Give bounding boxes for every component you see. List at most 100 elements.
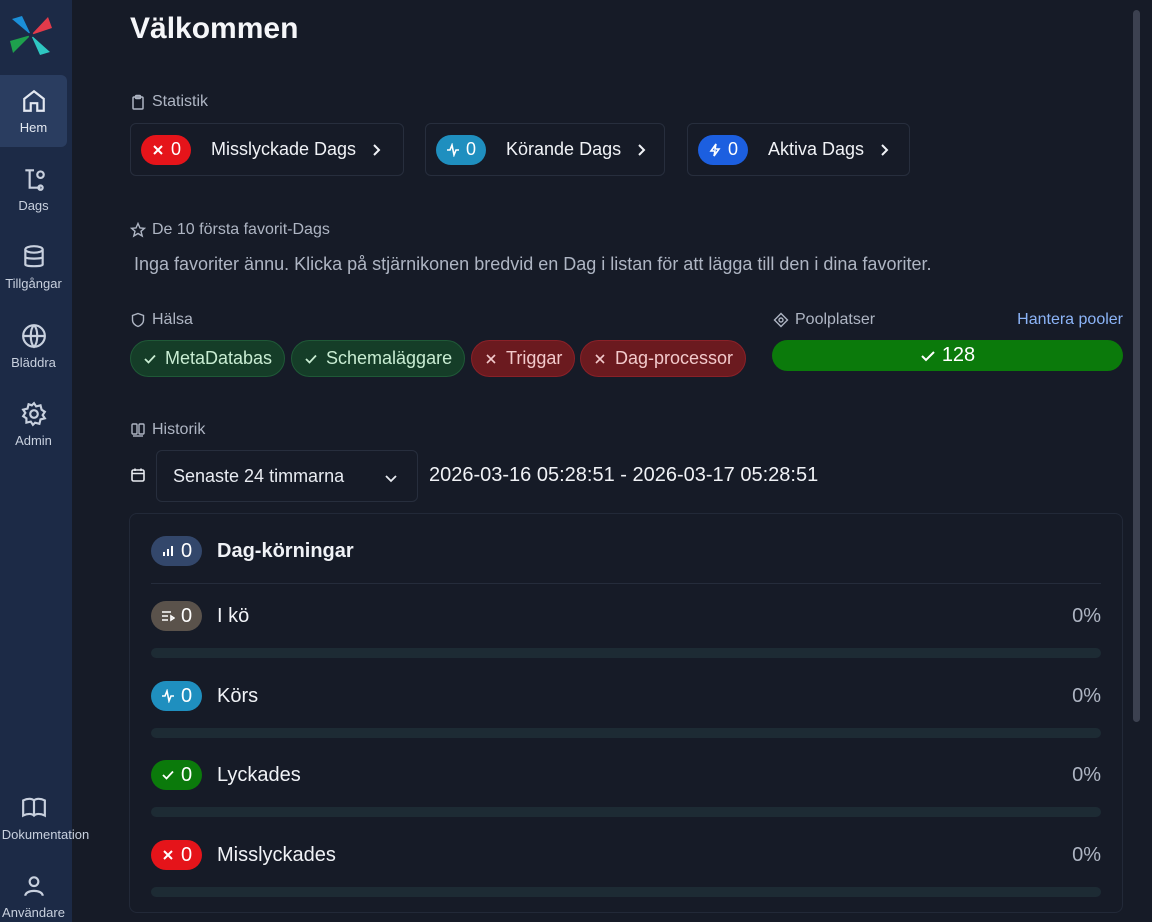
nav-assets-label: Tillgångar	[5, 275, 62, 291]
failed-label: Misslyckades	[217, 844, 336, 866]
x-icon	[163, 850, 173, 860]
chevron-right-icon	[881, 143, 889, 156]
shield-icon	[131, 312, 145, 328]
nav-admin-label: Admin	[15, 432, 52, 448]
clipboard-icon	[132, 94, 144, 110]
nav-admin[interactable]: Admin	[0, 388, 67, 460]
failed-count: 0	[181, 843, 193, 866]
gear-icon	[20, 400, 47, 427]
failed-count-badge[interactable]: 0	[151, 840, 203, 870]
nav-dags-label: Dags	[18, 197, 49, 213]
nav-browse-label: Bläddra	[11, 354, 56, 370]
activity-icon	[447, 142, 459, 157]
nav-dags[interactable]: Dags	[0, 153, 67, 225]
user-icon	[23, 875, 44, 896]
history-icon	[131, 423, 145, 437]
queued-progress-bar	[151, 648, 1101, 658]
activity-icon	[162, 689, 174, 703]
health-badge-label: Dag-processor	[615, 348, 734, 368]
lightning-icon	[709, 143, 721, 156]
queued-percent: 0%	[1072, 605, 1101, 627]
dag-runs-total-label: Dag-körningar	[217, 540, 354, 562]
running-percent: 0%	[1072, 685, 1101, 707]
success-progress-bar	[151, 807, 1101, 817]
nav-user-label: Användare	[2, 904, 65, 920]
health-badge-dag-processor[interactable]: Dag-processor	[580, 340, 747, 377]
bar-chart-icon	[163, 546, 173, 556]
favorites-empty-message: Inga favoriter ännu. Klicka på stjärniko…	[134, 254, 932, 274]
running-dags-card[interactable]: 0 Körande Dags	[425, 123, 665, 176]
globe-icon	[21, 323, 46, 348]
failed-dags-count-badge: 0	[141, 134, 192, 165]
chevron-right-icon	[638, 143, 646, 156]
running-label: Körs	[217, 685, 259, 707]
failed-dags-count: 0	[171, 139, 182, 159]
running-progress-bar	[151, 728, 1101, 738]
queue-icon	[162, 611, 175, 622]
x-icon	[486, 353, 496, 364]
health-badge-label: MetaDatabas	[165, 348, 273, 368]
pools-label: Poolplatser	[795, 311, 876, 328]
dag-runs-total-count: 0	[181, 539, 193, 562]
chevron-down-icon	[385, 475, 397, 483]
pool-slots-count: 128	[941, 344, 976, 366]
stats-heading: Statistik	[130, 93, 208, 111]
active-dags-card[interactable]: 0 Aktiva Dags	[687, 123, 910, 176]
running-count: 0	[181, 684, 193, 707]
pool-icon	[773, 312, 789, 328]
success-percent: 0%	[1072, 764, 1101, 786]
dag-runs-total-badge: 0	[151, 536, 203, 566]
dags-icon	[24, 168, 45, 191]
x-icon	[153, 144, 163, 155]
running-dags-count-badge: 0	[436, 134, 487, 165]
pool-slots-bar[interactable]: 128	[772, 340, 1123, 371]
nav-assets[interactable]: Tillgångar	[0, 231, 67, 303]
favorites-label: De 10 första favorit-Dags	[152, 221, 330, 238]
check-icon	[921, 350, 935, 361]
queued-count: 0	[181, 604, 193, 627]
queued-count-badge[interactable]: 0	[151, 601, 203, 631]
success-count-badge[interactable]: 0	[151, 760, 203, 790]
running-dags-count: 0	[466, 139, 477, 159]
manage-pools-link[interactable]: Hantera pooler	[1017, 311, 1123, 329]
database-icon	[23, 244, 44, 267]
nav-docs-label: Dokumentation	[1, 826, 90, 842]
health-badge-label: Triggar	[506, 348, 563, 368]
health-label: Hälsa	[152, 311, 193, 328]
sidebar: Hem Dags Tillgångar Bläddra Admin Dokume…	[0, 0, 89, 922]
nav-home-label: Hem	[19, 119, 48, 135]
home-icon	[22, 89, 45, 112]
airflow-logo[interactable]	[8, 12, 54, 58]
time-range-value: Senaste 24 timmarna	[173, 465, 345, 486]
running-count-badge[interactable]: 0	[151, 681, 203, 711]
favorites-heading: De 10 första favorit-Dags	[130, 221, 330, 239]
scrollbar-thumb[interactable]	[1133, 10, 1140, 722]
success-label: Lyckades	[217, 764, 301, 786]
health-heading: Hälsa	[130, 311, 193, 329]
health-badge-scheduler[interactable]: Schemaläggare	[291, 340, 466, 377]
stats-label: Statistik	[152, 93, 209, 110]
history-label: Historik	[152, 421, 206, 438]
date-range: 2026-03-16 05:28:51 - 2026-03-17 05:28:5…	[429, 464, 819, 486]
failed-percent: 0%	[1072, 844, 1101, 866]
pools-heading: Poolplatser	[773, 311, 875, 329]
nav-browse[interactable]: Bläddra	[0, 310, 67, 382]
divider	[151, 583, 1101, 584]
failed-dags-card[interactable]: 0 Misslyckade Dags	[130, 123, 404, 176]
active-dags-count-badge: 0	[698, 134, 749, 165]
health-badge-label: Schemaläggare	[326, 348, 453, 368]
book-icon	[21, 797, 46, 817]
check-icon	[144, 354, 156, 364]
x-icon	[595, 353, 605, 364]
health-badge-metadatabase[interactable]: MetaDatabas	[130, 340, 286, 377]
nav-home[interactable]: Hem	[0, 75, 67, 147]
star-icon	[130, 222, 146, 238]
nav-docs[interactable]: Dokumentation	[0, 782, 89, 854]
running-dags-label: Körande Dags	[506, 139, 622, 159]
nav-user[interactable]: Användare	[0, 860, 67, 922]
failed-dags-label: Misslyckade Dags	[211, 139, 357, 159]
active-dags-label: Aktiva Dags	[768, 139, 865, 159]
check-icon	[162, 770, 174, 780]
health-badge-triggerer[interactable]: Triggar	[471, 340, 576, 377]
time-range-select[interactable]: Senaste 24 timmarna	[156, 450, 418, 502]
